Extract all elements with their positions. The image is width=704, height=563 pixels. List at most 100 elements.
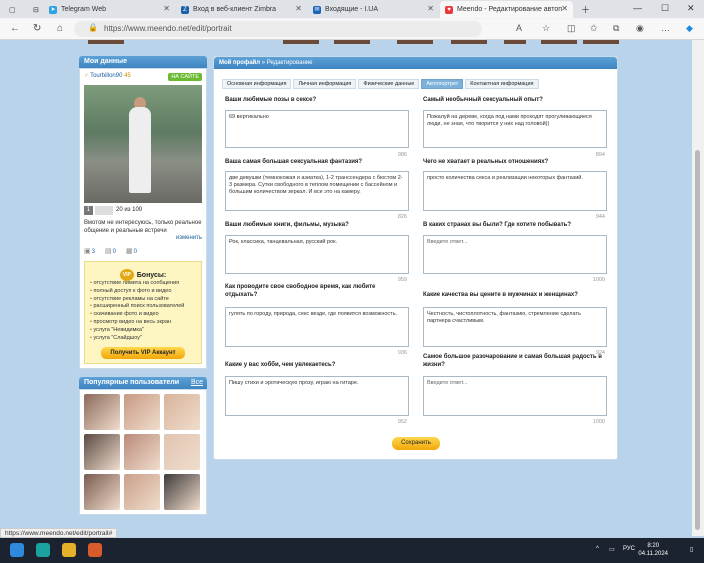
popular-user-thumb[interactable] <box>84 474 120 511</box>
strip-thumbnail[interactable] <box>283 40 319 44</box>
user-line: ♂ Tourbillon90 45 НА САЙТЕ <box>84 73 202 82</box>
popular-title: Популярные пользователи <box>84 379 180 387</box>
close-icon[interactable]: ✕ <box>427 4 434 13</box>
close-window-icon[interactable]: ✕ <box>687 3 695 14</box>
edge-icon[interactable] <box>36 543 50 557</box>
tab-telegram[interactable]: ➤ Telegram Web ✕ <box>44 1 175 18</box>
minimize-icon[interactable]: — <box>633 3 642 13</box>
popular-user-thumb[interactable] <box>84 434 120 471</box>
clock[interactable]: 8:20 04.11.2024 <box>638 542 668 558</box>
photo-index[interactable]: 1 <box>84 205 93 215</box>
tab-contact[interactable]: Контактная информация <box>465 79 539 89</box>
strip-thumbnail[interactable] <box>451 40 487 44</box>
close-icon[interactable]: ✕ <box>163 4 170 13</box>
favorite-icon[interactable]: ☆ <box>542 23 550 34</box>
menu-icon[interactable]: … <box>661 23 670 33</box>
strip-thumbnail[interactable] <box>541 40 577 44</box>
tab-physical[interactable]: Физические данные <box>358 79 420 89</box>
save-button[interactable]: Сохранить <box>392 437 440 450</box>
breadcrumb-root[interactable]: Мой профайл <box>219 60 260 66</box>
copilot-icon[interactable]: ◆ <box>686 23 693 34</box>
stat-photos[interactable]: ▣3 <box>84 247 95 255</box>
answer-field[interactable]: две девушки (темнокожая и азиатка), 1-2 … <box>225 171 409 211</box>
taskbar: ^ ▭ РУС 8:20 04.11.2024 ▯ <box>0 538 704 563</box>
photo-figure <box>129 107 151 193</box>
answer-field[interactable]: Пожалуй на дереве, когда под нами проход… <box>423 110 607 148</box>
tab-zimbra[interactable]: Z Вход в веб-клиент Zimbra ✕ <box>176 1 307 18</box>
address-row: ← ↻ ⌂ 🔒 https://www.meendo.net/edit/port… <box>0 19 704 40</box>
split-screen-icon[interactable]: ◫ <box>567 23 576 34</box>
tray-chevron-icon[interactable]: ^ <box>596 546 599 552</box>
browser-chrome: ▢ ⊟ ➤ Telegram Web ✕ Z Вход в веб-клиент… <box>0 0 704 40</box>
tab-personal-info[interactable]: Личная информация <box>293 79 357 89</box>
photo-next[interactable] <box>95 205 113 215</box>
network-icon[interactable]: ▭ <box>609 546 615 553</box>
back-icon[interactable]: ← <box>10 23 20 34</box>
language-indicator[interactable]: РУС <box>623 546 635 552</box>
page-scrollbar[interactable] <box>692 40 704 536</box>
sidebar-title: Мои данные <box>79 56 207 68</box>
tab-basic-info[interactable]: Основная информация <box>222 79 292 89</box>
popular-user-thumb[interactable] <box>164 434 200 471</box>
strip-thumbnail[interactable] <box>88 40 124 44</box>
refresh-icon[interactable]: ↻ <box>33 23 41 34</box>
tab-actions-icon[interactable]: ▢ <box>4 1 26 18</box>
scrollbar-thumb[interactable] <box>695 150 700 530</box>
answer-field[interactable]: Пишу стихи и эротическую прозу, играю на… <box>225 376 409 416</box>
home-icon[interactable]: ⌂ <box>57 23 63 34</box>
maximize-icon[interactable]: ☐ <box>661 3 669 14</box>
username[interactable]: Tourbillon90 <box>90 73 122 79</box>
popular-user-thumb[interactable] <box>164 474 200 511</box>
telegram-icon: ➤ <box>49 5 57 14</box>
status-url: https://www.meendo.net/edit/portrait# <box>0 528 118 538</box>
popular-user-thumb[interactable] <box>164 394 200 431</box>
app-icon[interactable] <box>88 543 102 557</box>
answer-field[interactable]: 69 вертикально <box>225 110 409 148</box>
popular-user-thumb[interactable] <box>124 474 160 511</box>
new-tab-icon[interactable]: ＋ <box>581 3 590 16</box>
photo-count: 20 из 100 <box>116 207 143 213</box>
answer-field[interactable]: гулять по городу, природа, секс везде, г… <box>225 307 409 347</box>
tab-mail[interactable]: ✉ Входящие - I.UA ✕ <box>308 1 439 18</box>
vertical-tabs-icon[interactable]: ⊟ <box>28 1 42 18</box>
get-vip-button[interactable]: Получить VIP Аккаунт <box>101 347 185 360</box>
close-icon[interactable]: ✕ <box>295 4 302 13</box>
strip-thumbnail[interactable] <box>504 40 526 44</box>
stat-videos[interactable]: ▤0 <box>105 247 116 255</box>
question-label: Ваши любимые позы в сексе? <box>225 97 317 103</box>
popular-user-thumb[interactable] <box>84 394 120 431</box>
notifications-icon[interactable]: ▯ <box>690 546 693 553</box>
answer-field[interactable]: просто количества секса и реализации нек… <box>423 171 607 211</box>
tab-label: Meendo - Редактирование автоп <box>457 6 563 13</box>
change-link[interactable]: изменить <box>84 235 202 241</box>
collections-icon[interactable]: ⧉ <box>613 23 619 34</box>
mail-icon: ✉ <box>313 5 321 14</box>
strip-thumbnail[interactable] <box>334 40 370 44</box>
answer-field[interactable]: Введите ответ... <box>423 376 607 416</box>
tab-meendo[interactable]: ♥ Meendo - Редактирование автоп ✕ <box>440 1 573 18</box>
favorites-icon[interactable]: ✩ <box>590 23 598 34</box>
popular-users-header: Популярные пользователи Все <box>79 377 207 390</box>
stat-gifts[interactable]: ▦0 <box>126 247 137 255</box>
profile-icon[interactable]: ◉ <box>636 23 644 34</box>
tab-autoportrait[interactable]: Автопортрет <box>421 79 464 89</box>
answer-field[interactable]: Введите ответ... <box>423 235 607 274</box>
profile-photo[interactable] <box>84 85 202 203</box>
strip-thumbnail[interactable] <box>583 40 619 44</box>
char-counter: 936 <box>397 350 407 356</box>
popular-all-link[interactable]: Все <box>191 379 203 386</box>
popular-user-thumb[interactable] <box>124 434 160 471</box>
tab-label: Telegram Web <box>61 6 107 13</box>
explorer-icon[interactable] <box>62 543 76 557</box>
read-aloud-icon[interactable]: A <box>516 23 522 33</box>
answer-field[interactable]: Честность, чистоплотность, фантазию, стр… <box>423 307 607 347</box>
popular-user-thumb[interactable] <box>124 394 160 431</box>
tab-label: Вход в веб-клиент Zimbra <box>193 6 277 13</box>
answer-field[interactable]: Рок, классика, танцевальная, русский рок… <box>225 235 409 274</box>
camera-icon: ▣ <box>84 248 91 255</box>
close-icon[interactable]: ✕ <box>561 4 568 13</box>
strip-thumbnail[interactable] <box>397 40 433 44</box>
address-bar[interactable]: 🔒 https://www.meendo.net/edit/portrait <box>74 21 482 37</box>
question-block: Самое большое разочарование и самая боль… <box>423 354 607 425</box>
start-icon[interactable] <box>10 543 24 557</box>
